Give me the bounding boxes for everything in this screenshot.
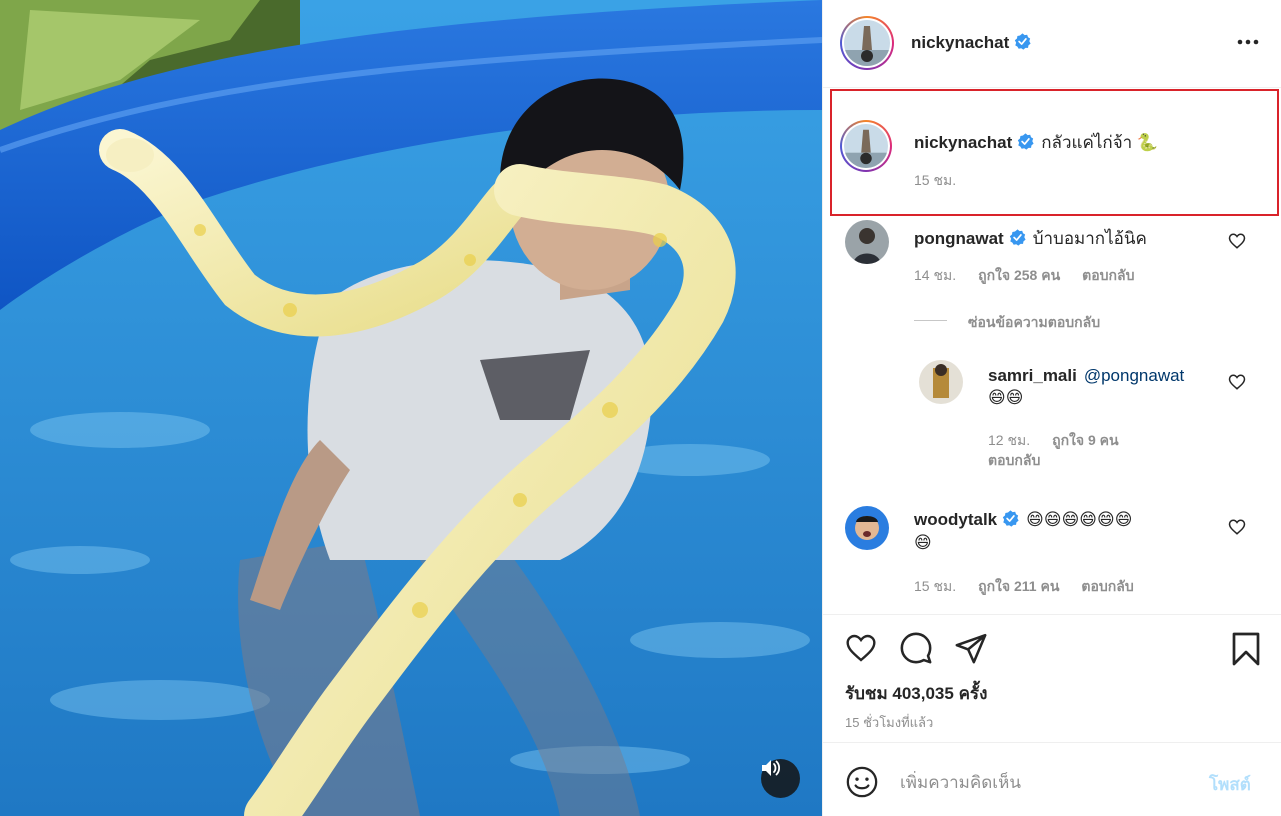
reply-meta: 12 ชม. ถูกใจ 9 คน bbox=[988, 430, 1119, 452]
comment-text: บ้าบอมากไอ้นิค bbox=[1032, 229, 1147, 248]
actions-divider bbox=[822, 614, 1281, 615]
verified-badge-icon bbox=[1018, 133, 1034, 150]
reply-username[interactable]: samri_mali bbox=[988, 366, 1077, 385]
caption-time[interactable]: 15 ชม. bbox=[914, 170, 956, 192]
reply-likes[interactable]: ถูกใจ 9 คน bbox=[1052, 432, 1119, 448]
post-timestamp[interactable]: 15 ชั่วโมงที่แล้ว bbox=[845, 712, 933, 733]
verified-badge-icon bbox=[1009, 229, 1026, 246]
bookmark-icon[interactable] bbox=[1231, 631, 1261, 667]
reply-like-heart-icon[interactable] bbox=[1228, 373, 1246, 391]
avatar-image bbox=[919, 360, 963, 404]
caption-avatar[interactable] bbox=[840, 120, 892, 172]
sound-toggle-button[interactable] bbox=[761, 759, 800, 798]
reply-time[interactable]: 12 ชม. bbox=[988, 432, 1030, 448]
post-media-video[interactable] bbox=[0, 0, 822, 816]
commenter-avatar[interactable] bbox=[845, 506, 889, 550]
comment-text-line2-content: 😄 bbox=[914, 533, 932, 552]
reply-reply-button[interactable]: ตอบกลับ bbox=[988, 450, 1040, 472]
share-icon[interactable] bbox=[954, 631, 988, 665]
replies-line bbox=[914, 320, 947, 321]
comment-username[interactable]: pongnawat bbox=[914, 229, 1004, 248]
verified-badge-icon bbox=[1002, 510, 1019, 527]
heart-icon[interactable] bbox=[844, 632, 878, 664]
reply-line: samri_mali @pongnawat bbox=[988, 366, 1184, 386]
emoji-icon[interactable] bbox=[845, 765, 879, 799]
comment-line: pongnawat บ้าบอมากไอ้นิค bbox=[914, 225, 1147, 252]
comment-text-line2: 😄 bbox=[914, 533, 932, 553]
comment-like-heart-icon[interactable] bbox=[1228, 232, 1246, 250]
hide-replies-label[interactable]: ซ่อนข้อความตอบกลับ bbox=[968, 314, 1100, 330]
comment-like-heart-icon[interactable] bbox=[1228, 518, 1246, 536]
author-avatar[interactable] bbox=[840, 16, 894, 70]
caption-text: กลัวแค่ไก่จ้า 🐍 bbox=[1041, 133, 1159, 152]
view-count[interactable]: รับชม 403,035 ครั้ง bbox=[845, 680, 987, 707]
post-comment-button[interactable]: โพสต์ bbox=[1209, 771, 1251, 798]
comment-meta: 15 ชม. ถูกใจ 211 คน ตอบกลับ bbox=[914, 576, 1134, 598]
comment-reply-button[interactable]: ตอบกลับ bbox=[1081, 578, 1133, 594]
comment-meta: 14 ชม. ถูกใจ 258 คน ตอบกลับ bbox=[914, 265, 1135, 287]
comment-username[interactable]: woodytalk bbox=[914, 510, 997, 529]
add-comment-input[interactable] bbox=[900, 771, 1190, 795]
comment-likes[interactable]: ถูกใจ 211 คน bbox=[978, 578, 1059, 594]
post-timestamp-text[interactable]: 15 ชั่วโมงที่แล้ว bbox=[845, 715, 933, 730]
reply-avatar[interactable] bbox=[919, 360, 963, 404]
reply-text-content: 😄😄 bbox=[988, 388, 1024, 407]
view-count-text[interactable]: รับชม 403,035 ครั้ง bbox=[845, 684, 987, 703]
comment-icon[interactable] bbox=[899, 631, 933, 665]
caption-username[interactable]: nickynachat bbox=[914, 133, 1012, 152]
post-comment-label[interactable]: โพสต์ bbox=[1209, 775, 1251, 794]
avatar-image bbox=[845, 506, 889, 550]
comment-time[interactable]: 14 ชม. bbox=[914, 267, 956, 283]
header-divider bbox=[822, 87, 1281, 88]
reply-reply-label[interactable]: ตอบกลับ bbox=[988, 452, 1040, 468]
comment-reply-button[interactable]: ตอบกลับ bbox=[1082, 267, 1134, 283]
verified-badge-icon bbox=[1015, 33, 1031, 50]
caption-time-text[interactable]: 15 ชม. bbox=[914, 172, 956, 188]
author-username-text[interactable]: nickynachat bbox=[911, 33, 1009, 52]
caption-line: nickynachat กลัวแค่ไก่จ้า 🐍 bbox=[914, 129, 1158, 156]
more-options-button[interactable] bbox=[1236, 34, 1260, 50]
video-frame-illustration bbox=[0, 0, 822, 816]
speaker-icon bbox=[762, 760, 781, 776]
avatar-image bbox=[844, 124, 888, 168]
comment-time[interactable]: 15 ชม. bbox=[914, 578, 956, 594]
avatar-image bbox=[845, 220, 889, 264]
more-options-icon bbox=[1237, 39, 1259, 45]
comment-line: woodytalk 😄😄😄😄😄😄 bbox=[914, 510, 1132, 530]
reply-mention-link[interactable]: @pongnawat bbox=[1084, 366, 1184, 385]
comment-text: 😄😄😄😄😄😄 bbox=[1026, 510, 1133, 529]
commenter-avatar[interactable] bbox=[845, 220, 889, 264]
comment-box-divider bbox=[822, 742, 1281, 743]
avatar-image bbox=[844, 20, 890, 66]
hide-replies-button[interactable]: ซ่อนข้อความตอบกลับ bbox=[968, 312, 1100, 334]
author-username[interactable]: nickynachat bbox=[911, 33, 1031, 53]
reply-text: 😄😄 bbox=[988, 388, 1023, 408]
comment-likes[interactable]: ถูกใจ 258 คน bbox=[978, 267, 1060, 283]
